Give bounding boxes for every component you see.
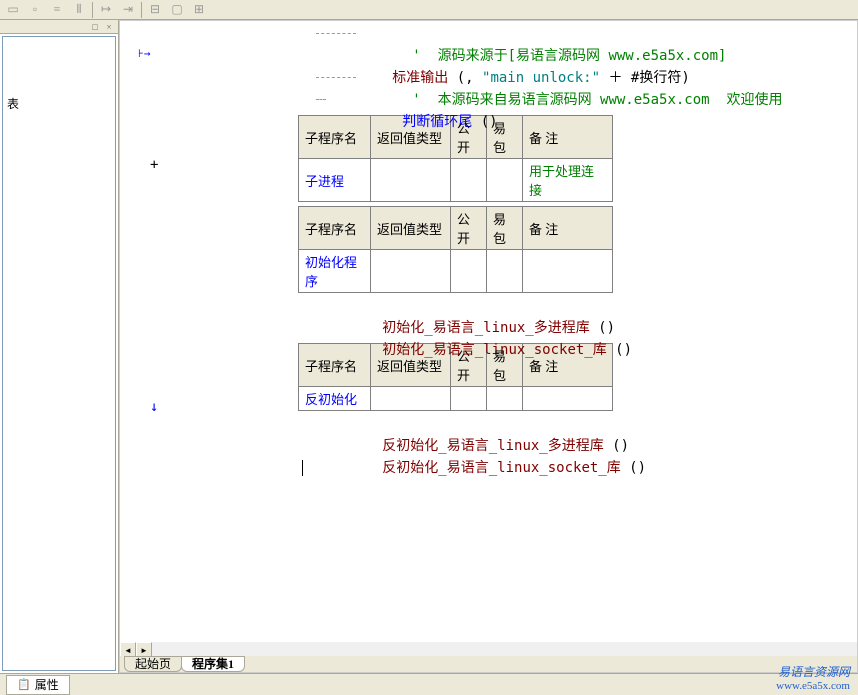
cell-ret[interactable] bbox=[371, 159, 451, 202]
th-name: 子程序名 bbox=[299, 207, 371, 250]
code-comma: , bbox=[465, 70, 482, 86]
cell-name[interactable]: 反初始化 bbox=[299, 387, 371, 411]
th-note: 备 注 bbox=[523, 207, 613, 250]
toolbar-btn-6[interactable]: ⇥ bbox=[117, 1, 139, 19]
code-func-call: 标准输出 bbox=[392, 70, 448, 86]
cell-ret[interactable] bbox=[371, 250, 451, 293]
sidebar-panel: □ × 表 bbox=[0, 20, 119, 673]
cell-pkg[interactable] bbox=[487, 250, 523, 293]
sidebar-pin-icon[interactable]: □ bbox=[88, 22, 102, 32]
code-area[interactable]: ' 源码来源于[易语言源码网 www.e5a5x.com] 标准输出 (, "m… bbox=[168, 21, 857, 479]
code-func-call: 反初始化_易语言_linux_socket_库 bbox=[382, 460, 620, 476]
code-paren: () bbox=[607, 342, 632, 358]
toolbar-btn-3[interactable]: ≡ bbox=[46, 1, 68, 19]
watermark: 易语言资源网 www.e5a5x.com bbox=[776, 665, 850, 693]
properties-tab[interactable]: 📋 属性 bbox=[6, 675, 70, 695]
editor-gutter: ⊦→ + ↓ bbox=[120, 21, 168, 642]
cell-pkg[interactable] bbox=[487, 159, 523, 202]
subroutine-table-2[interactable]: 子程序名 返回值类型 公开 易包 备 注 初始化程序 bbox=[298, 206, 613, 293]
code-string: "main unlock:" bbox=[482, 70, 600, 86]
cell-name[interactable]: 初始化程序 bbox=[299, 250, 371, 293]
sidebar-item[interactable]: 表 bbox=[3, 37, 115, 114]
watermark-url: www.e5a5x.com bbox=[776, 679, 850, 693]
watermark-title: 易语言资源网 bbox=[776, 665, 850, 679]
bottom-bar: 📋 属性 bbox=[0, 673, 858, 695]
cell-pkg[interactable] bbox=[487, 387, 523, 411]
toolbar-btn-2[interactable]: ▫ bbox=[24, 1, 46, 19]
code-func-call: 初始化_易语言_linux_多进程库 bbox=[382, 320, 589, 336]
code-paren: () bbox=[604, 438, 629, 454]
toolbar-btn-4[interactable]: ⫴ bbox=[68, 1, 90, 19]
toolbar-sep-1 bbox=[92, 2, 93, 18]
toolbar-btn-9[interactable]: ⊞ bbox=[188, 1, 210, 19]
gutter-plus-icon[interactable]: + bbox=[150, 157, 158, 173]
toolbar-btn-7[interactable]: ⊟ bbox=[144, 1, 166, 19]
code-const: #换行符 bbox=[631, 70, 681, 86]
cell-pub[interactable] bbox=[451, 250, 487, 293]
cell-pub[interactable] bbox=[451, 159, 487, 202]
toolbar-btn-8[interactable]: ▢ bbox=[166, 1, 188, 19]
th-note: 备 注 bbox=[523, 116, 613, 159]
code-paren: ) bbox=[681, 70, 689, 86]
table-row[interactable]: 子进程 用于处理连接 bbox=[299, 159, 613, 202]
code-paren: () bbox=[621, 460, 646, 476]
cell-pub[interactable] bbox=[451, 387, 487, 411]
tab-program-set[interactable]: 程序集1 bbox=[181, 656, 245, 672]
branch-icon: ⊦→ bbox=[138, 47, 150, 60]
toolbar-btn-5[interactable]: ↦ bbox=[95, 1, 117, 19]
cell-ret[interactable] bbox=[371, 387, 451, 411]
code-paren: () bbox=[590, 320, 615, 336]
cell-note[interactable]: 用于处理连接 bbox=[523, 159, 613, 202]
properties-icon: 📋 bbox=[17, 678, 31, 691]
sidebar-content: 表 bbox=[2, 36, 116, 671]
tab-start-page[interactable]: 起始页 bbox=[124, 656, 182, 672]
code-comment: ' 本源码来自易语言源码网 www.e5a5x.com 欢迎使用 bbox=[412, 92, 782, 108]
code-paren: ( bbox=[448, 70, 465, 86]
th-pkg: 易包 bbox=[487, 207, 523, 250]
table-row[interactable]: 初始化程序 bbox=[299, 250, 613, 293]
text-cursor bbox=[302, 460, 303, 476]
properties-label: 属性 bbox=[35, 676, 59, 693]
cell-name[interactable]: 子进程 bbox=[299, 159, 371, 202]
cell-note[interactable] bbox=[523, 387, 613, 411]
gutter-arrow-icon: ↓ bbox=[150, 399, 158, 415]
code-comment: ' 源码来源于[易语言源码网 www.e5a5x.com] bbox=[412, 48, 726, 64]
code-func-call: 反初始化_易语言_linux_多进程库 bbox=[382, 438, 603, 454]
table-row[interactable]: 反初始化 bbox=[299, 387, 613, 411]
th-ret: 返回值类型 bbox=[371, 207, 451, 250]
code-op: ＋ bbox=[600, 70, 631, 86]
toolbar: ▭ ▫ ≡ ⫴ ↦ ⇥ ⊟ ▢ ⊞ bbox=[0, 0, 858, 20]
code-editor: ⊦→ + ↓ ' 源码来源于[易语言源码网 www.e5a5x.com] 标准输… bbox=[119, 20, 858, 673]
toolbar-sep-2 bbox=[141, 2, 142, 18]
cell-note[interactable] bbox=[523, 250, 613, 293]
toolbar-btn-1[interactable]: ▭ bbox=[2, 1, 24, 19]
editor-tabs: 起始页 程序集1 bbox=[120, 656, 857, 672]
th-pub: 公开 bbox=[451, 207, 487, 250]
sidebar-close-icon[interactable]: × bbox=[102, 22, 116, 32]
sidebar-header: □ × bbox=[0, 20, 118, 34]
